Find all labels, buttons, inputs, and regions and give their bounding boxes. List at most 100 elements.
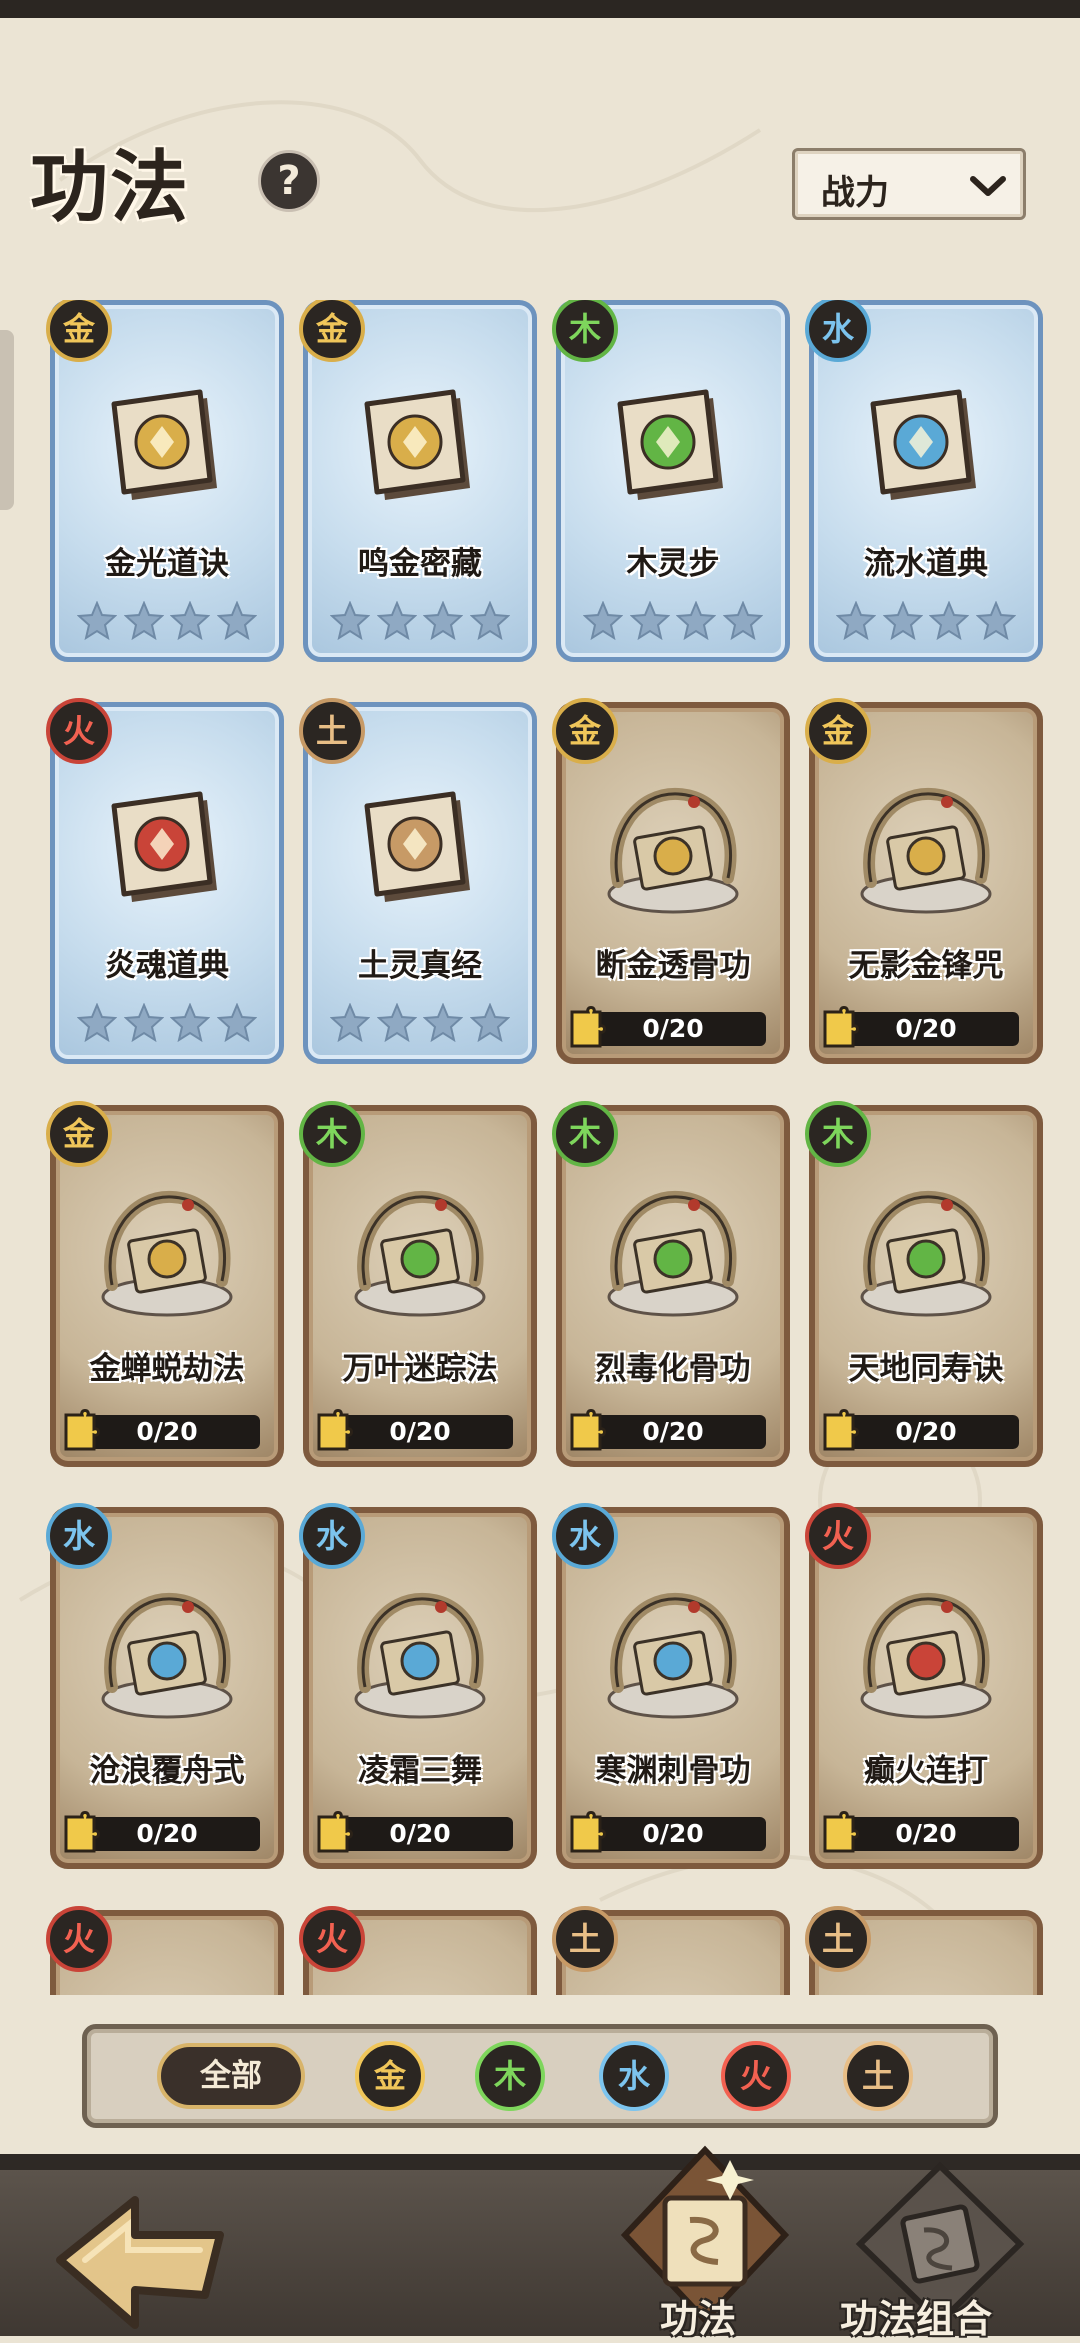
puzzle-piece-icon xyxy=(317,1409,353,1451)
skill-card[interactable]: 水流水道典 xyxy=(805,300,1043,662)
flame-book-icon xyxy=(111,791,217,902)
dragon-scroll-icon xyxy=(607,1592,739,1719)
skill-card[interactable]: 木万叶迷踪法 0/20 xyxy=(299,1101,537,1467)
element-badge-fire: 火 xyxy=(46,1906,112,1972)
rock-book-icon xyxy=(364,791,470,902)
star-rating xyxy=(74,596,260,646)
star-empty-icon xyxy=(216,601,257,641)
skill-card[interactable]: 火 xyxy=(299,1906,537,1995)
star-empty-icon xyxy=(170,601,211,641)
skill-card[interactable]: 土 xyxy=(805,1906,1043,1995)
skill-name: 无影金锋咒 xyxy=(848,948,1004,984)
star-empty-icon xyxy=(722,601,763,641)
fragment-progress: 0/20 xyxy=(327,1817,513,1851)
puzzle-piece-icon xyxy=(64,1811,100,1853)
element-badge-gold: 金 xyxy=(46,1101,112,1167)
star-empty-icon xyxy=(123,601,164,641)
dragon-scroll-icon xyxy=(607,1190,739,1317)
skill-card[interactable]: 金无影金锋咒 0/20 xyxy=(805,698,1043,1064)
page-header: 功法 ? xyxy=(20,110,380,240)
sort-dropdown-label: 战力 xyxy=(821,173,889,213)
skill-card[interactable]: 火癫火连打 0/20 xyxy=(805,1503,1043,1869)
star-empty-icon xyxy=(170,1003,211,1043)
filter-earth-button[interactable]: 土 xyxy=(843,2041,913,2111)
skill-name: 癫火连打 xyxy=(864,1753,988,1789)
skill-name: 炎魂道典 xyxy=(105,948,229,984)
skill-name: 沧浪覆舟式 xyxy=(89,1753,245,1789)
fragment-progress: 0/20 xyxy=(833,1415,1019,1449)
star-empty-icon xyxy=(423,1003,464,1043)
star-empty-icon xyxy=(423,601,464,641)
element-badge-water: 水 xyxy=(46,1503,112,1569)
dragon-scroll-icon xyxy=(101,1592,233,1719)
skill-combo-tab-label[interactable]: 功法组合 xyxy=(840,2288,992,2343)
star-empty-icon xyxy=(376,1003,417,1043)
skill-name: 烈毒化骨功 xyxy=(595,1351,751,1387)
star-empty-icon xyxy=(469,1003,510,1043)
dragon-scroll-icon xyxy=(354,1592,486,1719)
star-rating xyxy=(327,998,513,1048)
skill-card[interactable]: 木木灵步 xyxy=(552,300,790,662)
skill-card[interactable]: 土土灵真经 xyxy=(299,698,537,1064)
skill-card[interactable]: 水寒渊刺骨功 0/20 xyxy=(552,1503,790,1869)
element-badge-gold: 金 xyxy=(805,698,871,764)
skill-card[interactable]: 金金光道诀 xyxy=(46,300,284,662)
skill-name: 金蝉蜕劫法 xyxy=(89,1351,245,1387)
skill-card[interactable]: 火 xyxy=(46,1906,284,1995)
skill-card[interactable]: 金鸣金密藏 xyxy=(299,300,537,662)
dragon-scroll-icon xyxy=(92,1980,242,1995)
star-empty-icon xyxy=(216,1003,257,1043)
sort-dropdown[interactable]: 战力 xyxy=(792,148,1026,220)
star-empty-icon xyxy=(330,601,371,641)
element-badge-fire: 火 xyxy=(805,1503,871,1569)
golden-light-book-icon xyxy=(111,389,217,500)
filter-all-button[interactable]: 全部 xyxy=(157,2043,305,2109)
dragon-scroll-icon xyxy=(101,1190,233,1317)
filter-gold-button[interactable]: 金 xyxy=(355,2041,425,2111)
filter-water-button[interactable]: 水 xyxy=(599,2041,669,2111)
fragment-progress: 0/20 xyxy=(327,1415,513,1449)
filter-wood-button[interactable]: 木 xyxy=(475,2041,545,2111)
chevron-down-icon xyxy=(970,176,1006,196)
star-empty-icon xyxy=(583,601,624,641)
skill-name: 土灵真经 xyxy=(358,948,482,984)
fragment-progress: 0/20 xyxy=(580,1415,766,1449)
element-badge-water: 水 xyxy=(299,1503,365,1569)
star-empty-icon xyxy=(77,601,118,641)
element-badge-wood: 木 xyxy=(805,1101,871,1167)
element-badge-wood: 木 xyxy=(299,1101,365,1167)
skill-card[interactable]: 火炎魂道典 xyxy=(46,698,284,1064)
fragment-progress: 0/20 xyxy=(74,1817,260,1851)
dragon-scroll-icon xyxy=(851,1980,1001,1995)
skill-card[interactable]: 木天地同寿诀 0/20 xyxy=(805,1101,1043,1467)
skill-card[interactable]: 金断金透骨功 0/20 xyxy=(552,698,790,1064)
dragon-scroll-icon xyxy=(598,1980,748,1995)
back-arrow-icon[interactable] xyxy=(40,2180,240,2336)
fragment-progress: 0/20 xyxy=(580,1012,766,1046)
fragment-progress: 0/20 xyxy=(833,1012,1019,1046)
skill-card[interactable]: 木烈毒化骨功 0/20 xyxy=(552,1101,790,1467)
skill-card[interactable]: 水沧浪覆舟式 0/20 xyxy=(46,1503,284,1869)
skill-name: 金光道诀 xyxy=(105,546,229,582)
skill-card[interactable]: 土 xyxy=(552,1906,790,1995)
filter-fire-button[interactable]: 火 xyxy=(721,2041,791,2111)
star-empty-icon xyxy=(676,601,717,641)
skill-name: 断金透骨功 xyxy=(595,948,751,984)
element-badge-fire: 火 xyxy=(46,698,112,764)
puzzle-piece-icon xyxy=(823,1811,859,1853)
puzzle-piece-icon xyxy=(823,1409,859,1451)
element-badge-fire: 火 xyxy=(299,1906,365,1972)
skill-card[interactable]: 金金蝉蜕劫法 0/20 xyxy=(46,1101,284,1467)
wave-book-icon xyxy=(870,389,976,500)
skill-card[interactable]: 水凌霜三舞 0/20 xyxy=(299,1503,537,1869)
element-badge-earth: 土 xyxy=(805,1906,871,1972)
skill-name: 凌霜三舞 xyxy=(358,1753,482,1789)
skill-tab-label[interactable]: 功法 xyxy=(660,2288,736,2343)
golden-shield-book-icon xyxy=(364,389,470,500)
star-empty-icon xyxy=(123,1003,164,1043)
element-filter-bar: 全部 金 木 水 火 土 xyxy=(82,2024,998,2128)
element-badge-earth: 土 xyxy=(299,698,365,764)
help-icon[interactable]: ? xyxy=(258,150,320,212)
skill-name: 流水道典 xyxy=(864,546,988,582)
star-empty-icon xyxy=(629,601,670,641)
